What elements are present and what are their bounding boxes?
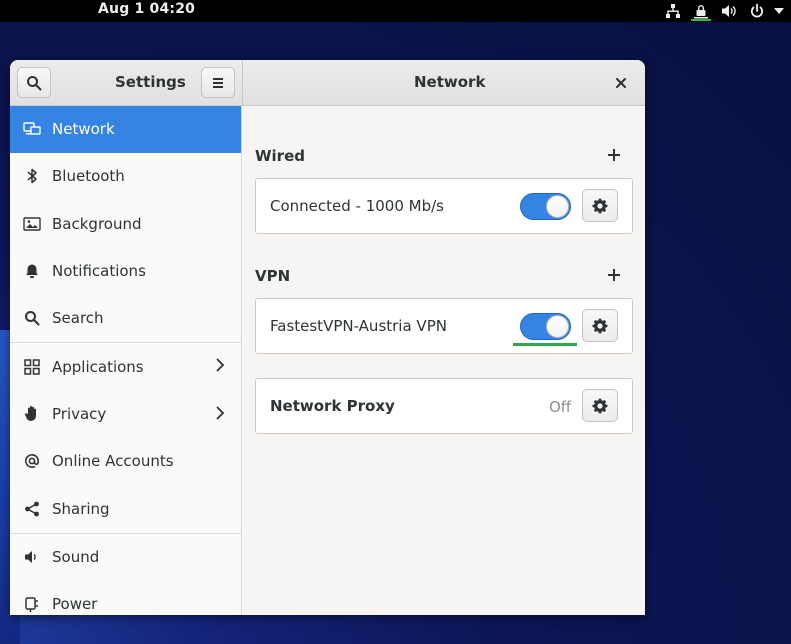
sidebar-item-sound[interactable]: Sound [10,534,241,581]
sidebar-item-background[interactable]: Background [10,201,241,248]
sidebar-item-privacy[interactable]: Privacy [10,391,241,438]
sidebar-item-online-accounts[interactable]: Online Accounts [10,438,241,485]
bell-icon [23,262,41,280]
network-proxy-label: Network Proxy [270,397,395,415]
network-wired-icon[interactable] [659,0,687,22]
network-icon [23,120,41,138]
volume-icon[interactable] [715,0,743,22]
clock[interactable]: Aug 1 04:20 [98,1,195,17]
menu-button[interactable] [201,67,235,98]
sidebar-title: Settings [115,73,186,91]
sidebar-item-applications[interactable]: Applications [10,343,241,390]
background-icon [23,215,41,233]
settings-sidebar: Network Bluetooth Background Notificatio… [10,106,242,615]
proxy-settings-button[interactable] [582,389,618,422]
sidebar-item-label: Privacy [52,404,107,423]
wired-connection-row: Connected - 1000 Mb/s [255,178,633,234]
switch-knob [546,315,569,338]
system-tray[interactable] [659,0,787,22]
at-icon [23,452,41,470]
sidebar-item-label: Online Accounts [52,452,174,471]
bluetooth-icon [23,167,41,185]
vpn-toggle-switch[interactable] [520,313,571,340]
sidebar-item-power[interactable]: Power [10,581,241,615]
settings-window: Settings Network Network Bluetooth Backg… [10,60,645,615]
add-wired-connection-button[interactable] [607,148,621,162]
vpn-settings-button[interactable] [582,309,618,342]
sidebar-item-search[interactable]: Search [10,295,241,342]
gear-icon [592,318,608,333]
sidebar-item-label: Background [52,214,142,233]
speaker-icon [23,548,41,566]
vpn-connection-label: FastestVPN-Austria VPN [270,317,447,335]
close-icon [616,78,626,88]
search-button[interactable] [17,67,51,98]
sidebar-item-network[interactable]: Network [10,106,241,154]
sidebar-item-label: Search [52,309,104,328]
page-title: Network [414,73,486,91]
search-icon [27,75,42,90]
wired-connection-label: Connected - 1000 Mb/s [270,197,444,215]
chevron-right-icon [216,406,225,420]
sidebar-item-bluetooth[interactable]: Bluetooth [10,153,241,200]
top-bar: Aug 1 04:20 [0,0,791,22]
network-proxy-row[interactable]: Network Proxy Off [255,378,633,434]
vpn-section-title: VPN [255,267,291,285]
sidebar-item-label: Sharing [52,499,110,518]
sidebar-item-sharing[interactable]: Sharing [10,485,241,532]
sidebar-item-label: Applications [52,357,144,376]
dropdown-arrow-icon[interactable] [771,0,787,22]
sidebar-item-label: Power [52,595,98,614]
wired-section-title: Wired [255,147,305,165]
applications-icon [23,358,41,376]
sidebar-item-label: Sound [52,547,100,566]
vpn-connection-row: FastestVPN-Austria VPN [255,298,633,354]
close-button[interactable] [611,73,631,93]
add-vpn-button[interactable] [607,268,621,282]
gear-icon [592,198,608,213]
hamburger-menu-icon [213,77,223,88]
header-divider [242,60,243,106]
vpn-icon[interactable] [687,0,715,22]
sidebar-item-label: Notifications [52,262,146,281]
chevron-right-icon [216,358,225,373]
sidebar-item-label: Network [52,120,115,139]
search-icon [23,309,41,327]
wired-toggle-switch[interactable] [520,193,571,220]
share-icon [23,500,41,518]
sidebar-item-label: Bluetooth [52,167,125,186]
power-icon[interactable] [743,0,771,22]
wired-settings-button[interactable] [582,189,618,222]
gear-icon [592,398,608,413]
power-plug-icon [23,595,41,613]
network-panel: Wired Connected - 1000 Mb/s VPN FastestV… [243,106,645,615]
sidebar-item-notifications[interactable]: Notifications [10,248,241,295]
header-bar: Settings Network [10,60,645,106]
switch-knob [546,195,569,218]
proxy-state: Off [549,398,572,416]
vpn-toggle-highlight [513,343,577,346]
hand-icon [23,405,41,423]
